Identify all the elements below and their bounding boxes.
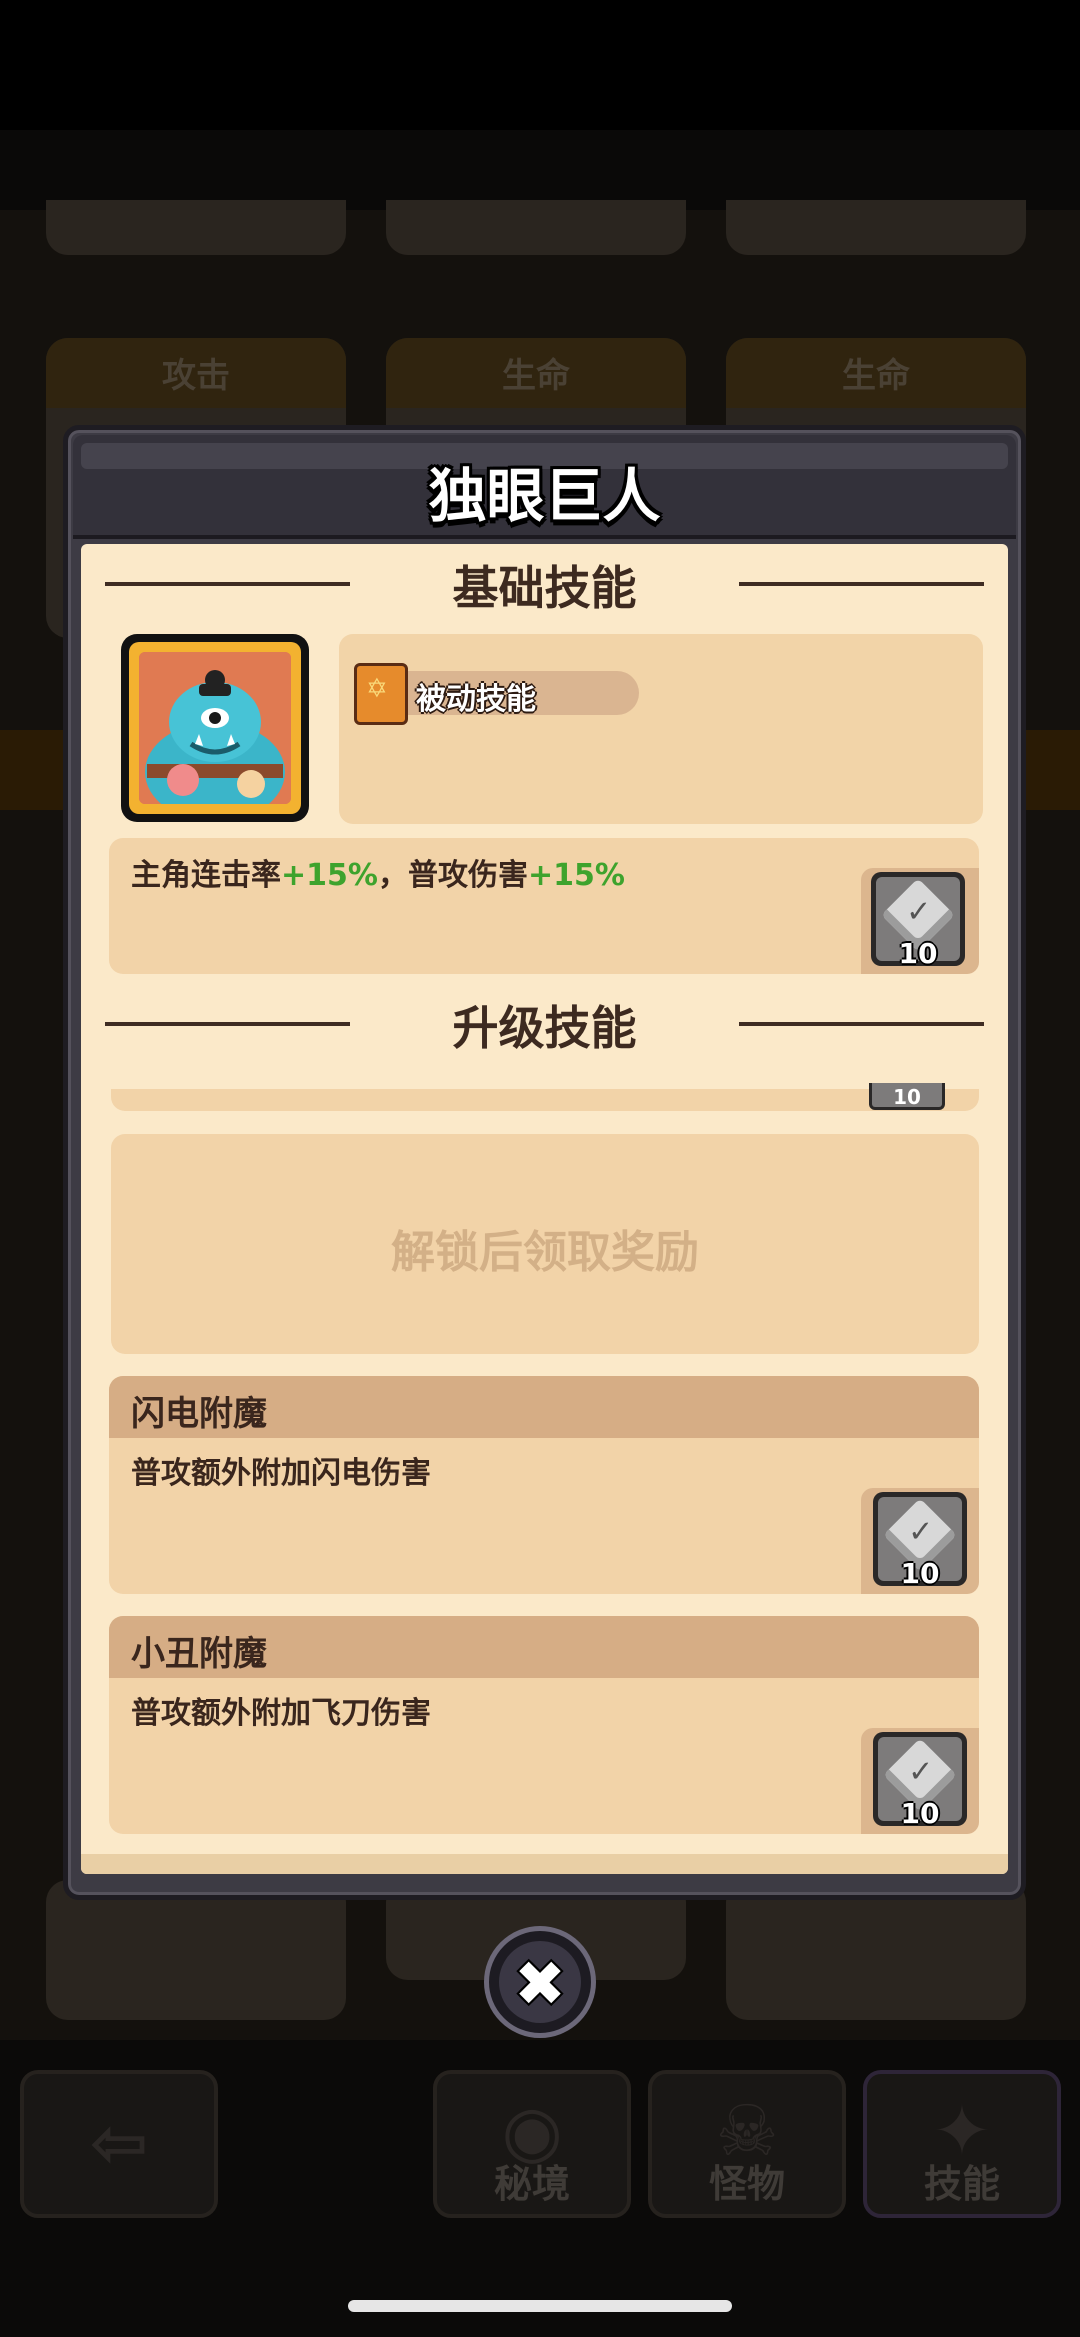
nav-label: 秘境: [493, 2162, 570, 2206]
skill-card-header: 闪电附魔: [109, 1376, 979, 1438]
gem-count: 10: [869, 1083, 945, 1110]
grid-card-header: 生命: [386, 338, 686, 408]
nav-monsters[interactable]: ☠ 怪物: [648, 2070, 846, 2218]
monster-detail-dialog: 独眼巨人 基础技能 ✡ 被动技能 主角连击率+15%，普攻伤害+15% ✓ 10…: [63, 425, 1026, 1900]
gem-count: 10: [900, 1797, 940, 1830]
gem-reward-button[interactable]: 10: [873, 1732, 967, 1830]
scrolled-card-edge: 10: [111, 1083, 979, 1111]
nav-label: 技能: [923, 2162, 1000, 2206]
basic-skill-desc-card: 主角连击率+15%，普攻伤害+15% 10: [109, 838, 979, 974]
desc-value: +15%: [527, 858, 625, 893]
nav-label: 怪物: [708, 2162, 785, 2206]
monster-portrait: [121, 634, 309, 822]
grid-card: [386, 200, 686, 255]
nav-secret-realm[interactable]: ◉ 秘境: [433, 2070, 631, 2218]
grid-card[interactable]: [46, 1880, 346, 2020]
grid-card: [46, 200, 346, 255]
dialog-title: 独眼巨人: [428, 462, 661, 530]
divider: [739, 582, 984, 586]
home-indicator[interactable]: [348, 2300, 732, 2312]
skill-card-header: 小丑附魔: [109, 1616, 979, 1678]
upgrade-skill-card: 小丑附魔 普攻额外附加飞刀伤害 10: [109, 1616, 979, 1834]
skill-name: 小丑附魔: [131, 1634, 267, 1674]
back-arrow-icon: ⇦: [89, 2102, 149, 2184]
desc-text: 主角连击率: [131, 858, 281, 893]
skill-info-panel: 被动技能: [339, 634, 983, 824]
close-icon: ✖: [514, 1947, 566, 2020]
skill-desc: 普攻额外附加飞刀伤害: [131, 1696, 431, 1731]
basic-skill-heading: 基础技能: [81, 552, 1008, 615]
basic-skill-desc: 主角连击率+15%，普攻伤害+15%: [131, 850, 625, 894]
skill-type-label: 被动技能: [416, 682, 536, 717]
upgrade-skill-card: 闪电附魔 普攻额外附加闪电伤害 10: [109, 1376, 979, 1594]
gem-count: 10: [900, 1557, 940, 1590]
desc-value: +15%: [281, 858, 378, 893]
cyclops-image: [139, 652, 291, 804]
skill-desc: 普攻额外附加闪电伤害: [131, 1456, 431, 1491]
locked-text: 解锁后领取奖励: [391, 1227, 699, 1278]
gem-reward-button[interactable]: 10: [873, 1492, 967, 1590]
skill-name: 闪电附魔: [131, 1394, 267, 1434]
upgrade-skill-heading: 升级技能: [81, 992, 1008, 1055]
back-button[interactable]: ⇦: [20, 2070, 218, 2218]
grid-card-header: 攻击: [46, 338, 346, 408]
gem-count: 10: [898, 937, 938, 970]
skill-book-icon: [354, 663, 408, 725]
skill-type-tag: 被动技能: [354, 663, 639, 725]
grid-card-header: 生命: [726, 338, 1026, 408]
nav-skills[interactable]: ✦ 技能: [863, 2070, 1061, 2218]
dialog-header: 独眼巨人: [73, 435, 1016, 539]
dialog-content[interactable]: 基础技能 ✡ 被动技能 主角连击率+15%，普攻伤害+15% ✓ 10 升级技能…: [81, 544, 1008, 1874]
page-header: 图鉴: [0, 130, 1080, 328]
grid-card: [726, 200, 1026, 255]
paper-edge: [81, 1854, 1008, 1874]
locked-reward-card: 解锁后领取奖励: [111, 1134, 979, 1354]
divider: [739, 1022, 984, 1026]
close-button[interactable]: ✖: [484, 1926, 596, 2038]
status-bar-area: [0, 0, 1080, 130]
grid-card[interactable]: [726, 1880, 1026, 2020]
gem-reward-button[interactable]: 10: [871, 872, 965, 970]
desc-text: ，普攻伤害: [377, 858, 528, 893]
